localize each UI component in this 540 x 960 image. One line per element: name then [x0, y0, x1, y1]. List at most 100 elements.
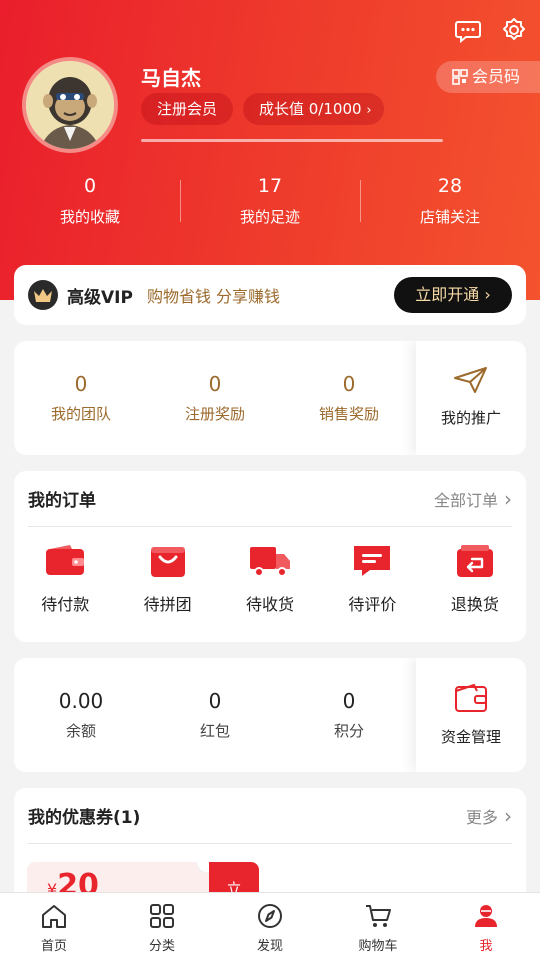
order-status-label: 待拼团: [143, 595, 192, 614]
wallet-icon: [46, 545, 85, 575]
member-level-badge[interactable]: 注册会员: [141, 93, 234, 125]
promotion-value: 0: [74, 372, 88, 396]
vip-slogan: 购物省钱 分享赚钱: [146, 287, 281, 306]
promotion-value: 0: [208, 372, 222, 396]
shopping-bag-icon: [150, 547, 185, 577]
stats-row: 0 我的收藏 17 我的足迹 28 店铺关注: [0, 170, 540, 232]
tab-home[interactable]: 首页: [0, 893, 108, 960]
username: 马自杰: [141, 66, 201, 90]
orders-header: 我的订单 全部订单 ›: [28, 471, 512, 527]
promotion-value: 0: [342, 372, 356, 396]
stat-value: 28: [437, 175, 463, 197]
order-status-label: 待收货: [246, 595, 295, 614]
return-icon: [456, 545, 493, 577]
order-pending-payment[interactable]: 待付款: [14, 543, 116, 615]
orders-title: 我的订单: [28, 491, 96, 511]
coupons-title: 我的优惠券(1): [28, 808, 141, 828]
fund-points[interactable]: 0 积分: [282, 658, 416, 772]
fund-value: 0.00: [58, 689, 104, 713]
stat-footprints[interactable]: 17 我的足迹: [180, 170, 360, 232]
truck-icon: [250, 547, 291, 577]
funds-card: 0.00 余额 0 红包 0 积分 资金管理: [14, 658, 526, 772]
chevron-right-icon: ›: [484, 285, 491, 304]
bottom-tab-bar: 首页 分类 发现 购物车 我: [0, 892, 540, 960]
stat-value: 17: [257, 175, 283, 197]
order-status-label: 待付款: [41, 595, 90, 614]
comment-icon: [354, 546, 391, 576]
tab-label: 我: [479, 939, 493, 954]
chevron-right-icon: ›: [504, 803, 512, 828]
tab-discover[interactable]: 发现: [216, 893, 324, 960]
chevron-right-icon: ›: [366, 103, 372, 118]
chevron-right-icon: ›: [504, 486, 512, 511]
member-code-button[interactable]: 会员码: [436, 61, 540, 93]
vip-banner[interactable]: 高级VIP 购物省钱 分享赚钱 立即开通 ›: [14, 265, 526, 325]
avatar-image: [26, 61, 114, 149]
growth-value-text: 成长值 0/1000: [259, 100, 362, 118]
qr-code-icon: [452, 69, 468, 85]
tab-label: 发现: [256, 939, 283, 954]
orders-card: 我的订单 全部订单 › 待付款 待拼团 待收货 待评价 退换货: [14, 471, 526, 642]
more-coupons-label: 更多: [465, 807, 498, 827]
stat-value: 0: [83, 175, 97, 197]
order-return-exchange[interactable]: 退换货: [424, 543, 526, 615]
stat-followed-stores[interactable]: 28 店铺关注: [360, 170, 540, 232]
open-vip-button[interactable]: 立即开通 ›: [394, 277, 512, 313]
promotion-sales-reward[interactable]: 0 销售奖励: [282, 341, 416, 455]
cart-icon: [366, 905, 391, 927]
wallet-outline-icon: [455, 683, 487, 712]
tab-label: 分类: [148, 939, 175, 954]
tab-me[interactable]: 我: [432, 893, 540, 960]
fund-management-button[interactable]: 资金管理: [416, 658, 526, 772]
paper-plane-icon: [454, 367, 487, 393]
open-vip-label: 立即开通: [415, 285, 480, 304]
fund-value: 0: [342, 689, 356, 713]
promotion-register-reward[interactable]: 0 注册奖励: [148, 341, 282, 455]
stat-label: 我的收藏: [59, 208, 120, 226]
fund-label: 红包: [199, 722, 230, 740]
tab-cart[interactable]: 购物车: [324, 893, 432, 960]
promotion-team[interactable]: 0 我的团队: [14, 341, 148, 455]
promotion-label: 我的团队: [50, 405, 111, 423]
growth-value-link[interactable]: 成长值 0/1000 ›: [243, 93, 384, 125]
more-coupons-link[interactable]: 更多 ›: [466, 804, 512, 828]
fund-label: 积分: [333, 722, 364, 740]
all-orders-label: 全部订单: [433, 490, 498, 510]
order-status-row: 待付款 待拼团 待收货 待评价 退换货: [14, 543, 526, 615]
promotion-card: 0 我的团队 0 注册奖励 0 销售奖励 我的推广: [14, 341, 526, 455]
growth-progress-bar: [141, 139, 443, 142]
order-status-label: 退换货: [450, 595, 499, 614]
my-promotion-label: 我的推广: [440, 409, 501, 427]
coupons-header: 我的优惠券(1) 更多 ›: [28, 788, 512, 844]
order-status-label: 待评价: [348, 595, 397, 614]
stat-favorites[interactable]: 0 我的收藏: [0, 170, 180, 232]
tab-category[interactable]: 分类: [108, 893, 216, 960]
order-pending-group[interactable]: 待拼团: [116, 543, 218, 615]
fund-red-packet[interactable]: 0 红包: [148, 658, 282, 772]
order-pending-review[interactable]: 待评价: [321, 543, 423, 615]
promotion-label: 注册奖励: [184, 405, 245, 423]
tab-label: 购物车: [358, 939, 398, 954]
compass-icon: [258, 904, 282, 928]
top-icons: [454, 16, 528, 44]
user-icon: [475, 905, 497, 927]
fund-balance[interactable]: 0.00 余额: [14, 658, 148, 772]
fund-value: 0: [208, 689, 222, 713]
avatar[interactable]: [22, 57, 118, 153]
my-promotion-button[interactable]: 我的推广: [416, 341, 526, 455]
fund-management-label: 资金管理: [440, 728, 501, 746]
crown-icon: [28, 280, 58, 310]
vip-title: 高级VIP: [67, 287, 133, 308]
category-icon: [150, 904, 174, 928]
tab-label: 首页: [40, 939, 67, 954]
profile-header: 马自杰 注册会员 成长值 0/1000 › 会员码 0 我的收藏 17 我的足迹…: [0, 0, 540, 300]
settings-gear-icon[interactable]: [500, 16, 528, 44]
promotion-label: 销售奖励: [318, 405, 379, 423]
all-orders-link[interactable]: 全部订单 ›: [434, 487, 512, 511]
order-pending-receipt[interactable]: 待收货: [219, 543, 321, 615]
member-code-label: 会员码: [472, 67, 521, 86]
stat-label: 我的足迹: [239, 208, 300, 226]
stat-label: 店铺关注: [419, 208, 480, 226]
message-icon[interactable]: [454, 16, 482, 44]
fund-label: 余额: [65, 722, 96, 740]
